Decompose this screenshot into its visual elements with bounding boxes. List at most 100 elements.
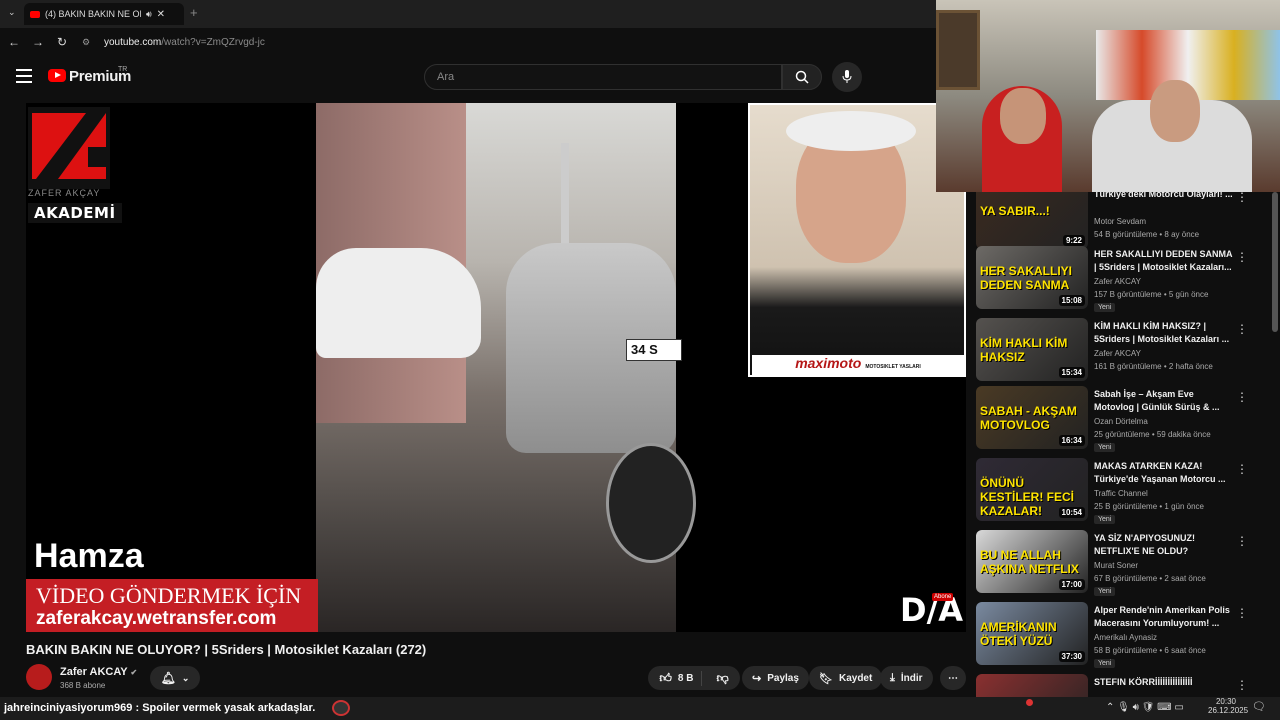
video-channel[interactable]: Amerikalı Aynasiz [1094, 633, 1157, 642]
video-channel[interactable]: Motor Sevdam [1094, 217, 1146, 226]
video-thumbnail[interactable]: YA SABIR...! 9:22 [976, 192, 1088, 249]
tab-title: (4) BAKIN BAKIN NE OLUYOR [45, 9, 141, 19]
save-icon: 🔖︎ [819, 672, 833, 685]
video-options-icon[interactable]: ⋮ [1236, 390, 1248, 404]
recommended-video[interactable]: STEFIN KÖRRİİİİİİİİİİİİİİİTolunay Ören⋮ [976, 674, 1256, 697]
video-thumbnail[interactable]: HER SAKALLIYI DEDEN SANMA 15:08 [976, 246, 1088, 309]
video-thumbnail[interactable]: SABAH - AKŞAM MOTOVLOG 16:34 [976, 386, 1088, 449]
recommended-video[interactable]: KİM HAKLI KİM HAKSIZ 15:34 KİM HAKLI KİM H… [976, 318, 1256, 382]
video-title-link[interactable]: Sabah İşe – Akşam Eve Motovlog | Günlük … [1094, 388, 1236, 414]
search-input[interactable]: Ara [424, 64, 782, 90]
subscribe-badge[interactable]: Abone [932, 593, 954, 601]
video-options-icon[interactable]: ⋮ [1236, 462, 1248, 476]
video-title-link[interactable]: HER SAKALLIYI DEDEN SANMA | 5Sriders | M… [1094, 248, 1236, 274]
name-overlay: Hamza [34, 537, 144, 575]
search-button[interactable] [782, 64, 822, 90]
recommended-video[interactable]: BU NE ALLAH AŞKINA NETFLIX 17:00 YA SİZ N'… [976, 530, 1256, 596]
share-button[interactable]: ↪ Paylaş [742, 666, 809, 690]
license-plate: 34 S [626, 339, 682, 361]
video-thumbnail[interactable]: KİM HAKLI KİM HAKSIZ 15:34 [976, 318, 1088, 381]
video-options-icon[interactable]: ⋮ [1236, 322, 1248, 336]
video-title-link[interactable]: MAKAS ATARKEN KAZA! Türkiye'de Yaşanan M… [1094, 460, 1236, 486]
youtube-logo-icon[interactable] [48, 69, 66, 82]
video-channel[interactable]: Zafer AKCAY [1094, 277, 1141, 286]
back-icon[interactable]: ← [2, 35, 26, 49]
new-tab-icon[interactable]: + [190, 5, 198, 20]
video-title-link[interactable]: Türkiye'deki Motorcu Olayları! ... [1094, 192, 1236, 201]
like-button[interactable]: 👍︎ 8 B [651, 670, 703, 686]
video-options-icon[interactable]: ⋮ [1236, 678, 1248, 692]
like-dislike-group: 👍︎ 8 B 👎︎ [648, 666, 740, 690]
obs-taskbar-icon[interactable] [332, 700, 350, 716]
thumbnail-text: HER SAKALLIYI DEDEN SANMA [980, 264, 1073, 292]
video-thumbnail[interactable]: ÖNÜNÜ KESTİLER! FECİ KAZALAR! 10:54 [976, 458, 1088, 521]
voice-search-button[interactable] [832, 62, 862, 92]
video-meta: 157 B görüntüleme • 5 gün önce [1094, 290, 1209, 299]
banner-line-1: VİDEO GÖNDERMEK İÇİN [36, 583, 302, 608]
new-badge: Yeni [1094, 587, 1116, 596]
video-title-link[interactable]: YA SİZ N'APIYOSUNUZ! NETFLIX'E NE OLDU? [1094, 532, 1236, 558]
notification-button[interactable]: 🔔︎ ⌄ [150, 666, 200, 690]
menu-icon[interactable] [16, 69, 32, 83]
tray-icons[interactable]: ⌃ 🎙︎ 🔊︎ 🛡︎ ⌨︎ ▭ [1106, 702, 1184, 713]
chat-user: jahreinciniyasiyorum969 [4, 702, 133, 714]
academy-label: AKADEMİ [28, 203, 122, 223]
more-actions-button[interactable]: ⋯ [940, 666, 966, 690]
video-player[interactable]: 34 S ZAFER AKÇAY AKADEMİ Hamza VİDEO GÖN… [26, 103, 966, 632]
maximoto-text: maximoto [795, 355, 862, 371]
save-button[interactable]: 🔖︎ Kaydet [809, 666, 883, 690]
recommended-video[interactable]: SABAH - AKŞAM MOTOVLOG 16:34 Sabah İşe – A… [976, 386, 1256, 452]
clock[interactable]: 20:30 26.12.2025 [1208, 697, 1248, 715]
recommended-video[interactable]: ÖNÜNÜ KESTİLER! FECİ KAZALAR! 10:54 MAKAS … [976, 458, 1256, 524]
video-thumbnail[interactable] [976, 674, 1088, 697]
recommendations-list: YA SABIR...! 9:22 Türkiye'deki Motorcu Ola… [976, 192, 1272, 697]
video-thumbnail[interactable]: BU NE ALLAH AŞKINA NETFLIX 17:00 [976, 530, 1088, 593]
url-path[interactable]: /watch?v=ZmQZrvgd-jc [161, 37, 265, 48]
dislike-icon[interactable]: 👎︎ [708, 671, 736, 686]
video-channel[interactable]: Ozan Dörtelma [1094, 417, 1148, 426]
video-thumbnail[interactable]: AMERİKANIN ÖTEKİ YÜZÜ 37:30 [976, 602, 1088, 665]
scrollbar[interactable] [1272, 192, 1278, 332]
channel-avatar[interactable] [26, 664, 52, 690]
recommended-video[interactable]: YA SABIR...! 9:22 Türkiye'deki Motorcu Ola… [976, 192, 1256, 250]
reload-icon[interactable]: ↻ [50, 35, 74, 49]
video-channel[interactable]: Traffic Channel [1094, 489, 1148, 498]
forward-icon[interactable]: → [26, 35, 50, 49]
logo-region: TR [118, 66, 128, 73]
video-options-icon[interactable]: ⋮ [1236, 606, 1248, 620]
download-button[interactable]: ⤓ İndir [880, 666, 933, 690]
chat-message: Spoiler vermek yasak arkadaşlar. [142, 702, 316, 714]
like-icon: 👍︎ [659, 670, 672, 685]
video-options-icon[interactable]: ⋮ [1236, 534, 1248, 548]
thumbnail-text: AMERİKANIN ÖTEKİ YÜZÜ [980, 620, 1057, 648]
site-info-icon[interactable]: ⚙ [74, 37, 98, 48]
notification-icon[interactable]: 🗨︎ [1252, 700, 1266, 713]
video-title-link[interactable]: KİM HAKLI KİM HAKSIZ? | 5Sriders | Motos… [1094, 320, 1236, 346]
channel-name[interactable]: Zafer AKCAY ✔ [60, 666, 137, 678]
video-meta: 67 B görüntüleme • 2 saat önce [1094, 574, 1206, 583]
video-options-icon[interactable]: ⋮ [1236, 250, 1248, 264]
thumbnail-text: BU NE ALLAH AŞKINA NETFLIX [980, 548, 1079, 576]
tab-close-icon[interactable]: ✕ [157, 9, 165, 20]
subscriber-count: 368 B abone [60, 681, 106, 690]
video-speedometer [606, 443, 696, 563]
video-meta: 25 B görüntüleme • 1 gün önce [1094, 502, 1204, 511]
tab-list-icon[interactable]: ⌄ [8, 7, 16, 18]
recommended-video[interactable]: AMERİKANIN ÖTEKİ YÜZÜ 37:30 Alper Rende'ni… [976, 602, 1256, 668]
recommended-video[interactable]: HER SAKALLIYI DEDEN SANMA 15:08 HER SAKALL… [976, 246, 1256, 312]
thumbnail-text: SABAH - AKŞAM MOTOVLOG [980, 404, 1077, 432]
tray-alert-icon[interactable] [1026, 699, 1033, 706]
save-label: Kaydet [838, 672, 873, 684]
video-title-link[interactable]: STEFIN KÖRRİİİİİİİİİİİİİİİ [1094, 676, 1236, 689]
video-meta: 54 B görüntüleme • 8 ay önce [1094, 230, 1200, 239]
streamer-webcam [936, 0, 1280, 192]
browser-tab[interactable]: (4) BAKIN BAKIN NE OLUYOR 🔊︎ ✕ [24, 3, 184, 25]
audio-icon[interactable]: 🔊︎ [146, 9, 152, 20]
commentator-hair [786, 111, 916, 151]
video-options-icon[interactable]: ⋮ [1236, 192, 1248, 204]
video-title-link[interactable]: Alper Rende'nin Amerikan Polis Macerasın… [1094, 604, 1236, 630]
bell-icon: 🔔︎ [160, 671, 176, 685]
video-channel[interactable]: Zafer AKCAY [1094, 349, 1141, 358]
url-domain[interactable]: youtube.com [104, 37, 161, 48]
video-channel[interactable]: Murat Soner [1094, 561, 1138, 570]
